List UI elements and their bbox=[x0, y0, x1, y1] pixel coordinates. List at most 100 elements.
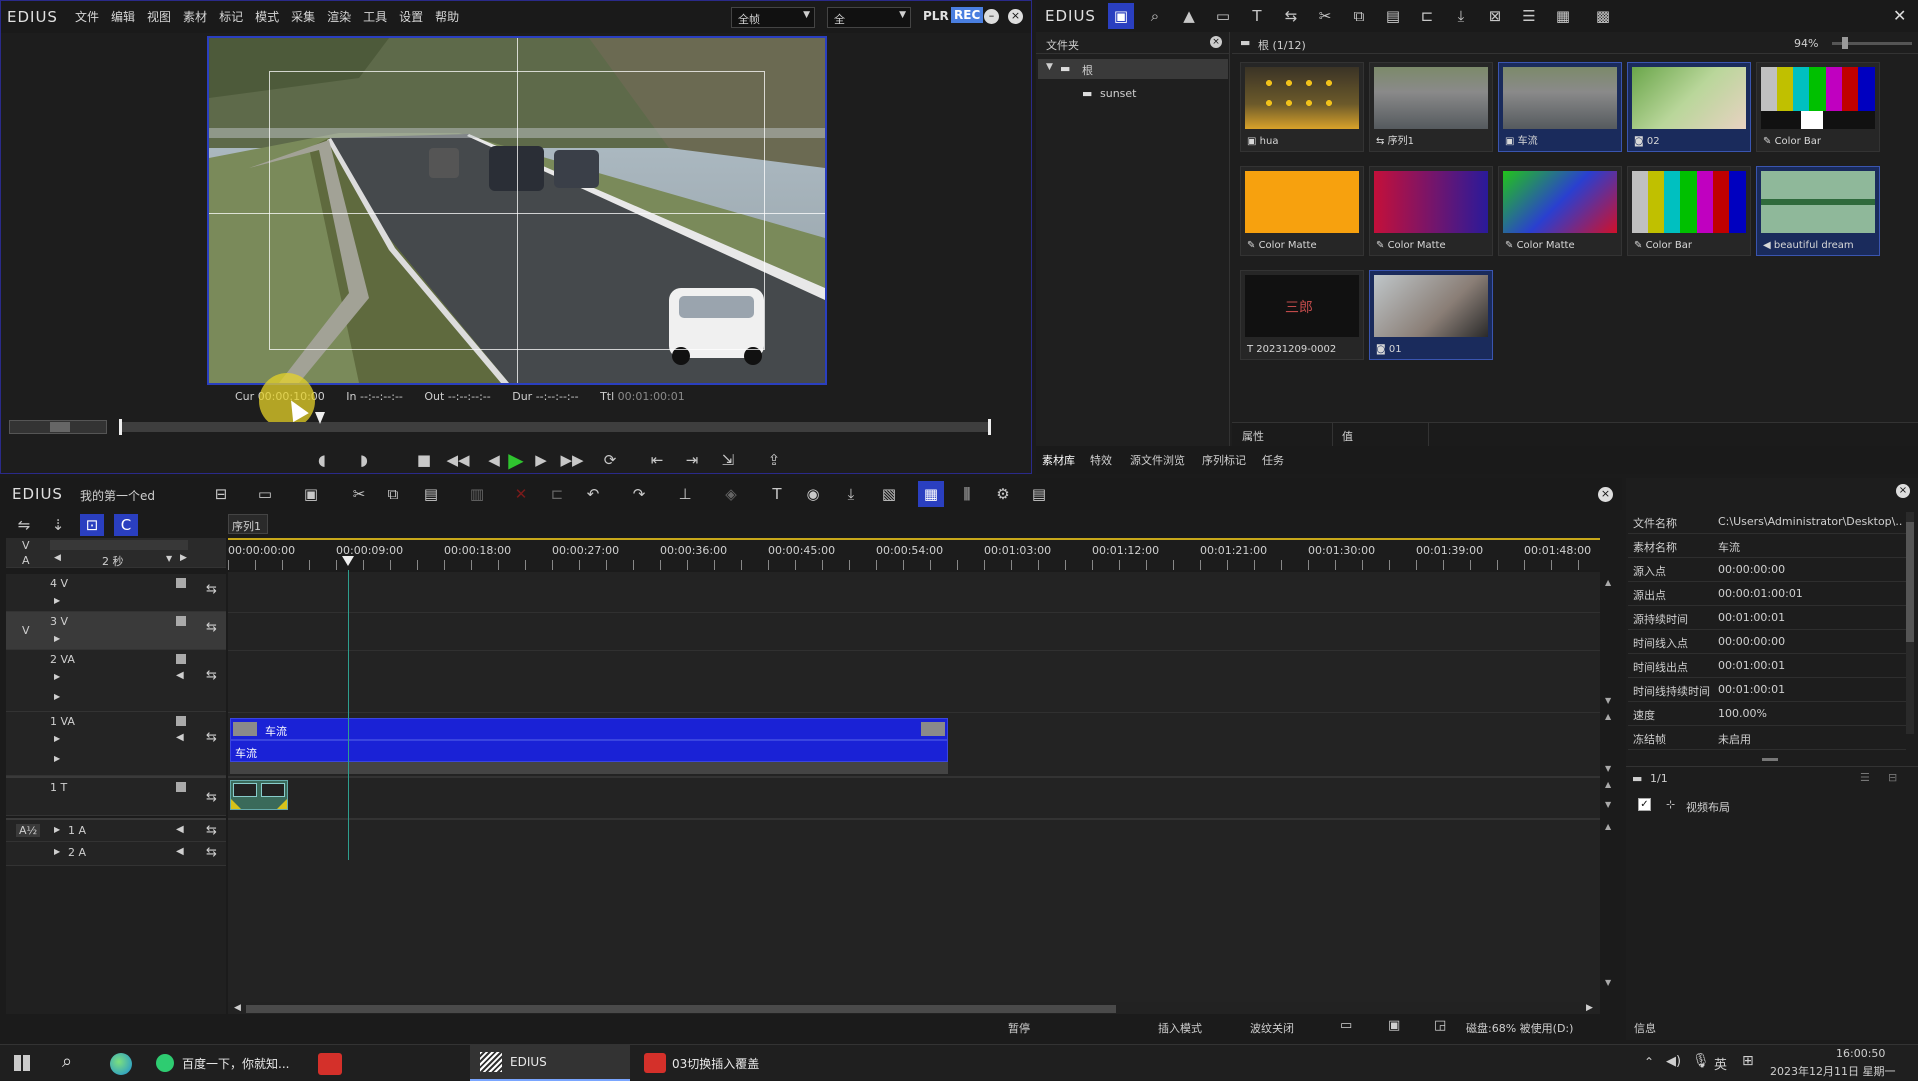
speaker-icon[interactable]: ◀ bbox=[176, 670, 184, 681]
cut-icon[interactable]: ✂ bbox=[1312, 3, 1338, 29]
clip-hua[interactable]: ▣ hua bbox=[1240, 62, 1364, 152]
clip-title-20231209[interactable]: 三郎 T 20231209-0002 bbox=[1240, 270, 1364, 360]
position-slider[interactable] bbox=[119, 412, 991, 435]
paste-icon[interactable]: ▤ bbox=[418, 481, 444, 507]
close-icon[interactable]: × bbox=[1896, 484, 1910, 498]
thumb-zoom-slider[interactable] bbox=[1832, 37, 1912, 49]
redo-icon[interactable]: ↷ bbox=[626, 481, 652, 507]
chevron-left-icon[interactable]: ◀ bbox=[54, 553, 61, 563]
edge-browser-icon[interactable] bbox=[110, 1053, 132, 1075]
cut-icon[interactable]: ✂ bbox=[346, 481, 372, 507]
properties-icon[interactable]: ▩ bbox=[1590, 3, 1616, 29]
delete-icon[interactable]: ⊠ bbox=[1482, 3, 1508, 29]
windows-start-icon[interactable] bbox=[14, 1055, 30, 1071]
track-4v[interactable]: 4 V ▶ ⇆ bbox=[6, 574, 226, 612]
menu-capture[interactable]: 采集 bbox=[285, 1, 321, 33]
taskbar-video[interactable]: 03切换插入覆盖 bbox=[640, 1045, 759, 1081]
zoom-dropdown[interactable]: 全 ▼ bbox=[827, 7, 911, 28]
set-out-icon[interactable]: ◗ bbox=[351, 447, 377, 473]
track-2va[interactable]: 2 VA ▶ ▶ ◀ ⇆ bbox=[6, 650, 226, 712]
paste-icon[interactable]: ▤ bbox=[1380, 3, 1406, 29]
tree-sunset[interactable]: ▬ sunset bbox=[1038, 84, 1228, 104]
menu-edit[interactable]: 编辑 bbox=[105, 1, 141, 33]
clip-01[interactable]: ◙ 01 bbox=[1369, 270, 1493, 360]
video-mute-icon[interactable] bbox=[176, 716, 186, 726]
mode-layout-icon[interactable]: ▦ bbox=[918, 481, 944, 507]
add-title-icon[interactable]: T bbox=[1244, 3, 1270, 29]
track-3v[interactable]: V 3 V ▶ ⇆ bbox=[6, 612, 226, 650]
stop-icon[interactable]: ■ bbox=[411, 447, 437, 473]
fast-forward-icon[interactable]: ▶▶ bbox=[559, 447, 585, 473]
monitor-icon[interactable]: ▭ bbox=[1340, 1018, 1352, 1033]
expand-icon[interactable]: ▶ bbox=[54, 634, 60, 643]
info-tab[interactable]: 信息 bbox=[1632, 1016, 1672, 1036]
video-mute-icon[interactable] bbox=[176, 654, 186, 664]
close-icon[interactable]: × bbox=[1598, 487, 1613, 502]
mixer-icon[interactable]: ◉ bbox=[800, 481, 826, 507]
fullscreen-icon[interactable]: ◲ bbox=[1434, 1018, 1446, 1033]
tree-root[interactable]: ▼ ▬ 根 bbox=[1038, 59, 1228, 79]
close-icon[interactable]: × bbox=[1210, 36, 1222, 48]
thumbnail-view-icon[interactable]: ▦ bbox=[1550, 3, 1576, 29]
tab-tasks[interactable]: 任务 bbox=[1262, 452, 1284, 468]
menu-marker[interactable]: 标记 bbox=[213, 1, 249, 33]
chevron-down-icon[interactable]: ▼ bbox=[1605, 696, 1611, 705]
status-insert-mode[interactable]: 插入模式 bbox=[1158, 1020, 1202, 1036]
clock-time[interactable]: 16:00:50 bbox=[1836, 1047, 1885, 1060]
clip-sequence1[interactable]: ⇆ 序列1 bbox=[1369, 62, 1493, 152]
input-language[interactable]: 英 bbox=[1714, 1054, 1727, 1073]
expand-icon[interactable]: ▶ bbox=[54, 692, 60, 701]
timeline-clip-video[interactable]: 车流 bbox=[230, 718, 948, 740]
sequence-icon[interactable]: ⇆ bbox=[1278, 3, 1304, 29]
track-2a[interactable]: ▶ 2 A ◀ ⇆ bbox=[6, 842, 226, 866]
menu-help[interactable]: 帮助 bbox=[429, 1, 465, 33]
menu-render[interactable]: 渲染 bbox=[321, 1, 357, 33]
list-icon[interactable]: ☰ bbox=[1860, 771, 1870, 784]
play-icon[interactable]: ▶ bbox=[503, 447, 529, 473]
copy-icon[interactable]: ⧉ bbox=[380, 481, 406, 507]
clip-colorbar-1[interactable]: ✎ Color Bar bbox=[1756, 62, 1880, 152]
playhead-icon[interactable] bbox=[342, 556, 354, 566]
replace-icon[interactable]: ▥ bbox=[464, 481, 490, 507]
set-in-icon[interactable]: ◖ bbox=[309, 447, 335, 473]
ripple-delete-icon[interactable]: ⊏ bbox=[544, 481, 570, 507]
track-patch-icon[interactable]: ⇆ bbox=[206, 790, 217, 805]
expand-icon[interactable]: ▶ bbox=[54, 734, 60, 743]
save-icon[interactable]: ▣ bbox=[298, 481, 324, 507]
input-mode-icon[interactable]: ⊞ bbox=[1742, 1053, 1754, 1069]
timeline-clip-title[interactable] bbox=[230, 780, 288, 810]
insert-icon[interactable]: ⇲ bbox=[715, 447, 741, 473]
step-forward-icon[interactable]: ▶ bbox=[528, 447, 554, 473]
track-1va[interactable]: 1 VA ▶ ▶ ◀ ⇆ bbox=[6, 712, 226, 776]
tab-effects[interactable]: 特效 bbox=[1090, 452, 1112, 468]
undo-icon[interactable]: ↶ bbox=[580, 481, 606, 507]
chevron-down-icon[interactable]: ▼ bbox=[166, 554, 172, 563]
timeline-clip-audio[interactable]: 车流 bbox=[230, 740, 948, 762]
clip-colormatte-red[interactable]: ✎ Color Matte bbox=[1369, 166, 1493, 256]
tab-sequence-markers[interactable]: 序列标记 bbox=[1202, 452, 1246, 468]
copy-icon[interactable]: ⧉ bbox=[1346, 3, 1372, 29]
taskbar-edius[interactable]: EDIUS bbox=[470, 1045, 630, 1081]
track-patch-icon[interactable]: ⇆ bbox=[206, 845, 217, 860]
open-project-icon[interactable]: ▭ bbox=[252, 481, 278, 507]
tab-bin[interactable]: 素材库 bbox=[1042, 452, 1075, 468]
chevron-up-icon[interactable]: ▲ bbox=[1605, 780, 1611, 789]
render-icon[interactable]: ▧ bbox=[876, 481, 902, 507]
track-patch-icon[interactable]: ⇆ bbox=[206, 730, 217, 745]
ripple-mode-icon[interactable]: ⇣ bbox=[46, 514, 70, 536]
chevron-left-icon[interactable]: ◀ bbox=[234, 1003, 241, 1013]
delete-icon[interactable]: ⊟ bbox=[1888, 771, 1897, 784]
checkbox[interactable]: ✓ bbox=[1638, 798, 1651, 811]
goto-out-icon[interactable]: ⇥ bbox=[679, 447, 705, 473]
jog-slider[interactable] bbox=[9, 420, 107, 434]
sequence-tab[interactable]: 序列1 bbox=[228, 514, 268, 534]
track-patch-icon[interactable]: ⇆ bbox=[206, 620, 217, 635]
chevron-right-icon[interactable]: ▶ bbox=[180, 553, 187, 563]
loop-icon[interactable]: ⟳ bbox=[597, 447, 623, 473]
video-mute-icon[interactable] bbox=[176, 616, 186, 626]
export-icon[interactable]: ⇪ bbox=[761, 447, 787, 473]
search-icon[interactable]: ⌕ bbox=[1142, 3, 1168, 29]
menu-clip[interactable]: 素材 bbox=[177, 1, 213, 33]
show-player-icon[interactable]: ⊏ bbox=[1414, 3, 1440, 29]
speaker-icon[interactable]: ◀ bbox=[176, 732, 184, 743]
